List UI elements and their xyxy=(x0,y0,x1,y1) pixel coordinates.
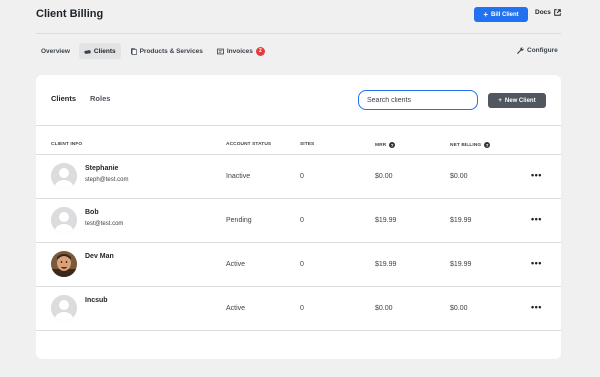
tab-invoices[interactable]: Invoices 2 xyxy=(212,43,270,59)
bill-client-label: Bill Client xyxy=(491,11,519,18)
document-icon xyxy=(130,47,137,55)
card-divider xyxy=(36,125,561,126)
client-name[interactable]: Bob xyxy=(85,209,99,216)
invoice-icon xyxy=(216,48,224,54)
row-actions-icon[interactable]: ••• xyxy=(531,302,542,312)
net-billing-value: $0.00 xyxy=(450,173,468,180)
column-label: MRR xyxy=(375,142,387,148)
avatar xyxy=(51,295,77,321)
default-avatar-icon xyxy=(51,163,77,189)
new-client-label: New Client xyxy=(504,97,536,104)
external-link-icon xyxy=(554,9,561,16)
client-email: test@test.com xyxy=(85,221,124,227)
table-header: Client Info Account Status Sites MRR ? N… xyxy=(36,137,561,155)
wrench-icon xyxy=(517,47,524,54)
column-label: Account Status xyxy=(226,142,272,147)
new-client-button[interactable]: + New Client xyxy=(488,93,546,108)
tab-label: Invoices xyxy=(226,47,253,55)
account-status: Active xyxy=(226,261,246,268)
avatar xyxy=(51,207,77,233)
sites-count: 0 xyxy=(300,173,304,180)
card-tab-clients[interactable]: Clients xyxy=(51,94,76,103)
avatar xyxy=(51,163,77,189)
mrr-value: $0.00 xyxy=(375,173,393,180)
mrr-value: $19.99 xyxy=(375,261,397,268)
page-title: Client Billing xyxy=(36,8,104,20)
default-avatar-icon xyxy=(51,207,77,233)
header-divider xyxy=(36,33,561,34)
avatar xyxy=(51,251,77,277)
account-status: Active xyxy=(226,305,246,312)
sites-count: 0 xyxy=(300,217,304,224)
page-header: Client Billing + Bill Client Docs xyxy=(0,0,600,33)
clients-card: Clients Roles + New Client Client Info A… xyxy=(36,75,561,359)
plus-icon: + xyxy=(483,9,488,19)
tab-label: Products & Services xyxy=(139,47,203,55)
net-billing-value: $19.99 xyxy=(450,261,472,268)
docs-label: Docs xyxy=(535,9,551,16)
account-status: Pending xyxy=(226,217,252,224)
clients-icon xyxy=(84,49,91,54)
table-row: Stephanie steph@test.com Inactive 0 $0.0… xyxy=(36,155,561,199)
tab-bar: Overview Clients Products & Services Inv… xyxy=(36,43,274,59)
configure-label: Configure xyxy=(527,47,558,54)
tab-label: Overview xyxy=(41,47,70,55)
net-billing-value: $19.99 xyxy=(450,217,472,224)
mrr-value: $0.00 xyxy=(375,305,393,312)
column-header-client-info: Client Info xyxy=(51,142,82,147)
table-row: Dev Man Active 0 $19.99 $19.99 ••• xyxy=(36,243,561,287)
client-name[interactable]: Incsub xyxy=(85,297,108,304)
column-label: Client Info xyxy=(51,142,83,147)
row-actions-icon[interactable]: ••• xyxy=(531,170,542,180)
card-tabs: Clients Roles xyxy=(51,94,110,103)
client-email: steph@test.com xyxy=(85,177,129,183)
default-avatar-icon xyxy=(51,295,77,321)
card-tab-roles[interactable]: Roles xyxy=(90,94,110,103)
invoices-count-badge: 2 xyxy=(255,46,265,56)
column-header-mrr: MRR ? xyxy=(375,142,396,148)
column-header-sites: Sites xyxy=(300,142,314,147)
client-name[interactable]: Dev Man xyxy=(85,253,114,260)
tab-overview[interactable]: Overview xyxy=(36,43,75,59)
row-actions-icon[interactable]: ••• xyxy=(531,214,542,224)
client-name[interactable]: Stephanie xyxy=(85,165,118,172)
sites-count: 0 xyxy=(300,305,304,312)
tab-products-services[interactable]: Products & Services xyxy=(125,43,208,59)
plus-icon: + xyxy=(498,97,502,104)
mrr-value: $19.99 xyxy=(375,217,397,224)
docs-link[interactable]: Docs xyxy=(535,9,561,16)
search-input[interactable] xyxy=(358,90,478,110)
sites-count: 0 xyxy=(300,261,304,268)
table-row: Incsub Active 0 $0.00 $0.00 ••• xyxy=(36,287,561,331)
tab-label: Clients xyxy=(93,47,116,55)
row-actions-icon[interactable]: ••• xyxy=(531,258,542,268)
tab-clients[interactable]: Clients xyxy=(78,43,121,59)
column-label: Net Billing xyxy=(450,142,482,148)
bill-client-button[interactable]: + Bill Client xyxy=(474,7,528,22)
net-billing-value: $0.00 xyxy=(450,305,468,312)
column-label: Sites xyxy=(300,142,315,147)
account-status: Inactive xyxy=(226,173,251,180)
configure-link[interactable]: Configure xyxy=(517,47,558,54)
column-header-net-billing: Net Billing ? xyxy=(450,142,491,148)
column-header-account-status: Account Status xyxy=(226,142,271,147)
help-icon[interactable]: ? xyxy=(389,142,396,148)
user-photo-icon xyxy=(51,251,77,277)
table-row: Bob test@test.com Pending 0 $19.99 $19.9… xyxy=(36,199,561,243)
help-icon[interactable]: ? xyxy=(484,142,491,148)
